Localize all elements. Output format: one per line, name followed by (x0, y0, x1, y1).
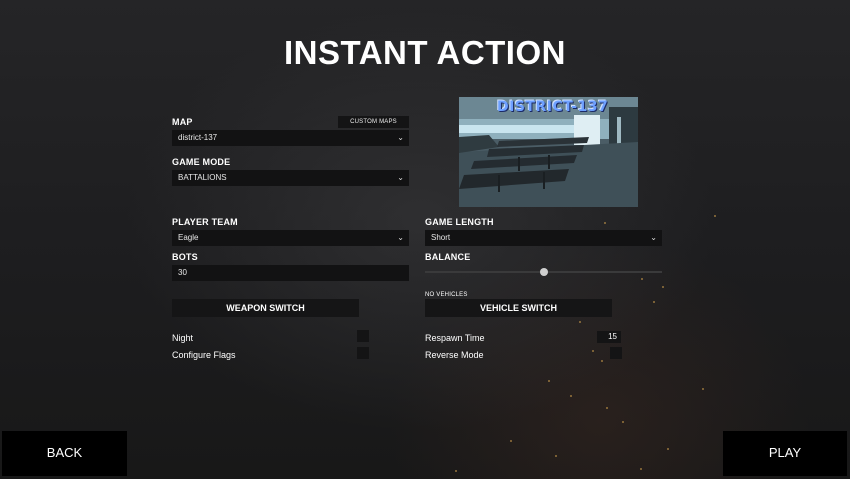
page-title: INSTANT ACTION (284, 34, 566, 71)
no-vehicles-label: NO VEHICLES (425, 292, 468, 298)
game-mode-label: GAME MODE (172, 157, 231, 167)
chevron-down-icon: ⌄ (397, 133, 404, 142)
weapon-switch-button[interactable]: WEAPON SWITCH (172, 299, 359, 317)
balance-slider-thumb[interactable] (539, 268, 548, 276)
chevron-down-icon: ⌄ (397, 173, 404, 182)
reverse-mode-checkbox[interactable] (610, 347, 622, 359)
chevron-down-icon: ⌄ (650, 233, 657, 242)
respawn-time-label: Respawn Time (425, 333, 485, 343)
map-label: MAP (172, 117, 193, 127)
map-dropdown[interactable]: district-137 ⌄ (172, 130, 409, 146)
respawn-time-input[interactable]: 15 (597, 331, 621, 343)
configure-flags-label: Configure Flags (172, 350, 236, 360)
player-team-dropdown[interactable]: Eagle ⌄ (172, 230, 409, 246)
balance-label: BALANCE (425, 252, 471, 262)
back-button[interactable]: BACK (2, 431, 127, 476)
custom-maps-button[interactable]: CUSTOM MAPS (338, 116, 409, 128)
map-preview-title: DISTRICT-137 (497, 99, 609, 115)
reverse-mode-label: Reverse Mode (425, 350, 484, 360)
configure-flags-checkbox[interactable] (357, 347, 369, 359)
game-length-label: GAME LENGTH (425, 217, 494, 227)
map-dropdown-value: district-137 (178, 133, 218, 142)
vehicle-switch-button[interactable]: VEHICLE SWITCH (425, 299, 612, 317)
game-mode-dropdown-value: BATTALIONS (178, 173, 227, 182)
night-checkbox[interactable] (357, 330, 369, 342)
instant-action-screen: INSTANT ACTION MAP CUSTOM MAPS district-… (0, 0, 850, 479)
game-length-dropdown[interactable]: Short ⌄ (425, 230, 662, 246)
night-label: Night (172, 333, 194, 343)
game-mode-dropdown[interactable]: BATTALIONS ⌄ (172, 170, 409, 186)
bots-input-value: 30 (178, 268, 187, 277)
map-preview-image: DISTRICT-137 (459, 97, 638, 207)
chevron-down-icon: ⌄ (397, 233, 404, 242)
play-button[interactable]: PLAY (723, 431, 847, 476)
bots-input[interactable]: 30 (172, 265, 409, 281)
player-team-dropdown-value: Eagle (178, 233, 199, 242)
game-length-dropdown-value: Short (431, 233, 451, 242)
bots-label: BOTS (172, 252, 198, 262)
player-team-label: PLAYER TEAM (172, 217, 238, 227)
